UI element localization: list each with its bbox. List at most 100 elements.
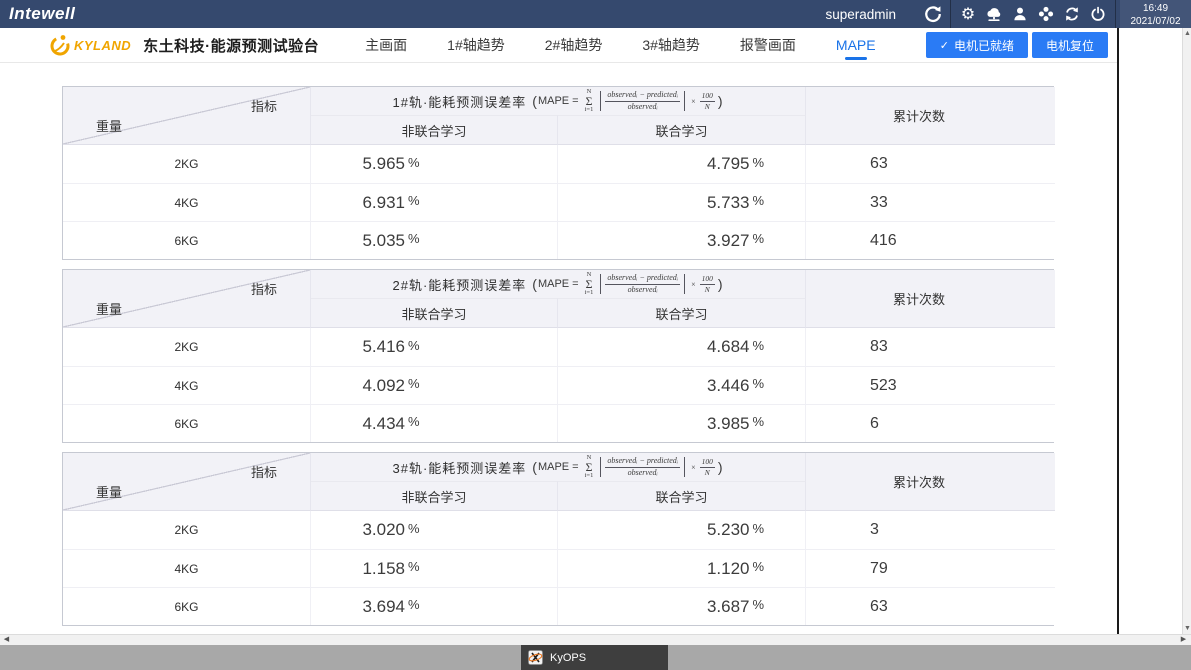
nav-item-axis3-trend[interactable]: 3#轴趋势	[642, 28, 700, 63]
topbar-divider	[950, 0, 951, 28]
app-window: KYLAND 东土科技·能源预测试验台 主画面 1#轴趋势 2#轴趋势 3#轴趋…	[0, 28, 1117, 634]
diagonal-header-cell: 指标 重量	[63, 87, 311, 145]
count-value: 3	[806, 511, 1055, 549]
non-federated-value: 5.416%	[311, 328, 558, 366]
federated-value: 4.795%	[558, 145, 806, 183]
table-title-cell: 3#轨·能耗预测误差率 ( MAPE = NΣi=1 observedᵢ − p…	[311, 453, 806, 481]
non-federated-value: 5.965%	[311, 145, 558, 183]
username-label: superadmin	[825, 7, 896, 22]
table-title-cell: 2#轨·能耗预测误差率 ( MAPE = NΣi=1 observedᵢ − p…	[311, 270, 806, 298]
scroll-up-icon[interactable]: ▲	[1183, 28, 1191, 39]
count-value: 416	[806, 221, 1055, 259]
metric-label: 指标	[251, 279, 277, 298]
federated-value: 3.927%	[558, 221, 806, 259]
power-icon[interactable]	[1085, 0, 1111, 28]
count-value: 523	[806, 366, 1055, 404]
non-federated-value: 3.694%	[311, 587, 558, 625]
mape-formula: ( MAPE = NΣi=1 observedᵢ − predictedᵢobs…	[531, 272, 723, 297]
nav-item-alarm[interactable]: 报警画面	[740, 28, 796, 63]
federated-value: 3.446%	[558, 366, 806, 404]
count-value: 79	[806, 549, 1055, 587]
weight-cell: 4KG	[63, 549, 311, 587]
non-federated-header: 非联合学习	[311, 115, 558, 145]
check-icon: ✓	[940, 39, 949, 52]
user-icon[interactable]	[1007, 0, 1033, 28]
nav-item-axis1-trend[interactable]: 1#轴趋势	[447, 28, 505, 63]
taskbar-app-label: KyOPS	[550, 652, 586, 664]
kyops-icon	[528, 650, 543, 665]
nav-item-axis2-trend[interactable]: 2#轴趋势	[545, 28, 603, 63]
gear-icon[interactable]: ⚙	[955, 0, 981, 28]
cloud-icon[interactable]	[981, 0, 1007, 28]
nav-item-mape-label: MAPE	[836, 37, 876, 53]
federated-header: 联合学习	[558, 115, 806, 145]
table-title: 1#轨·能耗预测误差率	[392, 92, 526, 111]
non-federated-header: 非联合学习	[311, 481, 558, 511]
intewell-logo: Intewell	[0, 4, 75, 24]
weight-cell: 2KG	[63, 145, 311, 183]
scroll-left-icon[interactable]: ◀	[1, 635, 12, 645]
right-gutter	[1119, 28, 1182, 645]
federated-value: 5.733%	[558, 183, 806, 221]
count-value: 83	[806, 328, 1055, 366]
app-title: 东土科技·能源预测试验台	[143, 35, 319, 56]
weight-cell: 6KG	[63, 587, 311, 625]
non-federated-value: 5.035%	[311, 221, 558, 259]
mape-formula: ( MAPE = NΣi=1 observedᵢ − predictedᵢobs…	[531, 455, 723, 480]
os-taskbar: KyOPS	[0, 645, 1191, 670]
diagonal-header-cell: 指标 重量	[63, 453, 311, 511]
restore-circle-icon[interactable]	[920, 0, 946, 28]
weight-label: 重量	[96, 482, 122, 501]
weight-cell: 2KG	[63, 328, 311, 366]
weight-label: 重量	[96, 299, 122, 318]
federated-header: 联合学习	[558, 298, 806, 328]
federated-header: 联合学习	[558, 481, 806, 511]
federated-value: 5.230%	[558, 511, 806, 549]
kyland-logo[interactable]: KYLAND	[48, 33, 131, 57]
weight-cell: 6KG	[63, 221, 311, 259]
apps-icon[interactable]	[1033, 0, 1059, 28]
table-title: 3#轨·能耗预测误差率	[392, 458, 526, 477]
metric-label: 指标	[251, 462, 277, 481]
weight-cell: 4KG	[63, 183, 311, 221]
kyland-mark-icon	[48, 33, 72, 57]
nav-item-main[interactable]: 主画面	[365, 28, 407, 63]
table-title-cell: 1#轨·能耗预测误差率 ( MAPE = NΣi=1 observedᵢ − p…	[311, 87, 806, 115]
cumulative-count-header: 累计次数	[806, 87, 1055, 145]
non-federated-value: 3.020%	[311, 511, 558, 549]
non-federated-header: 非联合学习	[311, 298, 558, 328]
cumulative-count-header: 累计次数	[806, 270, 1055, 328]
nav-buttons: ✓ 电机已就绪 电机复位	[926, 32, 1108, 58]
mape-table-rail3: 指标 重量 3#轨·能耗预测误差率 ( MAPE = NΣi=1 observe…	[62, 452, 1054, 626]
taskbar-kyops-button[interactable]: KyOPS	[521, 645, 668, 670]
federated-value: 1.120%	[558, 549, 806, 587]
motor-reset-label: 电机复位	[1046, 37, 1094, 54]
vertical-scrollbar[interactable]: ▲ ▼	[1182, 28, 1191, 634]
system-topbar: Intewell superadmin ⚙	[0, 0, 1191, 28]
motor-ready-button[interactable]: ✓ 电机已就绪	[926, 32, 1028, 58]
clock: 16:49 2021/07/02	[1120, 0, 1191, 28]
count-value: 33	[806, 183, 1055, 221]
weight-label: 重量	[96, 116, 122, 135]
navbar: KYLAND 东土科技·能源预测试验台 主画面 1#轴趋势 2#轴趋势 3#轴趋…	[0, 28, 1117, 63]
horizontal-scrollbar[interactable]: ◀ ▶	[0, 634, 1191, 645]
nav-item-mape[interactable]: MAPE	[836, 28, 876, 63]
cumulative-count-header: 累计次数	[806, 453, 1055, 511]
diagonal-header-cell: 指标 重量	[63, 270, 311, 328]
scroll-down-icon[interactable]: ▼	[1183, 623, 1191, 634]
metric-label: 指标	[251, 96, 277, 115]
motor-reset-button[interactable]: 电机复位	[1032, 32, 1108, 58]
mape-table-rail2: 指标 重量 2#轨·能耗预测误差率 ( MAPE = NΣi=1 observe…	[62, 269, 1054, 443]
weight-cell: 2KG	[63, 511, 311, 549]
sync-icon[interactable]	[1059, 0, 1085, 28]
clock-time: 16:49	[1120, 2, 1191, 15]
count-value: 6	[806, 404, 1055, 442]
content-area: 指标 重量 1#轨·能耗预测误差率 ( MAPE = NΣi=1 observe…	[0, 63, 1117, 662]
federated-value: 4.684%	[558, 328, 806, 366]
federated-value: 3.687%	[558, 587, 806, 625]
mape-table-rail1: 指标 重量 1#轨·能耗预测误差率 ( MAPE = NΣi=1 observe…	[62, 86, 1054, 260]
topbar-divider	[1115, 0, 1116, 28]
scroll-right-icon[interactable]: ▶	[1178, 635, 1189, 645]
active-tab-underline	[845, 57, 867, 60]
count-value: 63	[806, 587, 1055, 625]
